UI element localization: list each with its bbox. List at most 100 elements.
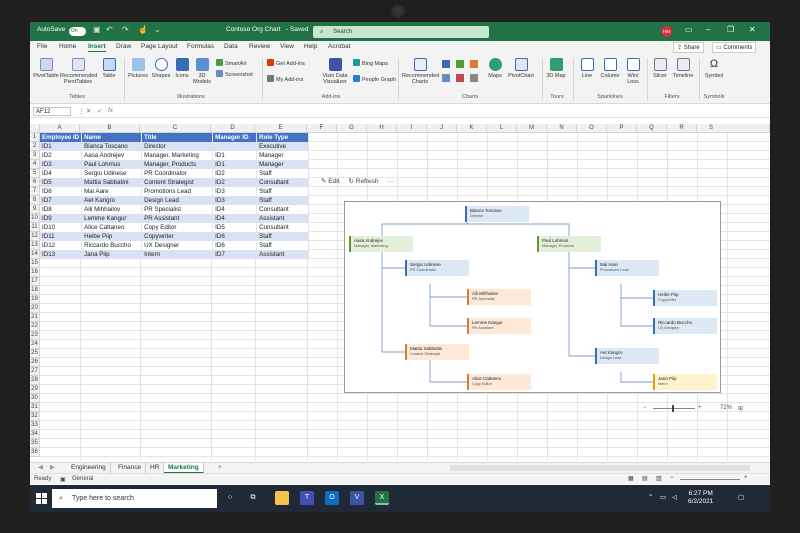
edit-button[interactable]: ✎ Edit [321,178,339,185]
row-header[interactable]: 30 [30,394,40,403]
row-header[interactable]: 17 [30,277,40,286]
row-header[interactable]: 35 [30,439,40,448]
row-header[interactable]: 6 [30,178,40,187]
table-header-cell[interactable]: Name [81,133,143,142]
table-cell[interactable]: ID3 [212,196,258,205]
formula-input[interactable] [120,107,765,116]
table-cell[interactable]: Heibe Piip [81,232,143,241]
zoom-in-icon[interactable]: + [698,405,702,411]
table-cell[interactable]: PR Specialist [141,205,214,214]
table-header-cell[interactable]: Role Type [256,133,310,142]
row-header[interactable]: 22 [30,322,40,331]
select-all-corner[interactable] [30,124,40,133]
row-header[interactable]: 7 [30,187,40,196]
3d-models-button[interactable]: 3D Models [192,58,212,85]
status-zoom-in-icon[interactable]: + [744,475,748,481]
sheet-tab-marketing[interactable]: Marketing [164,463,204,473]
column-header[interactable]: G [337,124,367,133]
cortana-icon[interactable]: ○ [223,491,237,505]
row-header[interactable]: 10 [30,214,40,223]
status-zoom-out-icon[interactable]: − [670,475,674,481]
table-cell[interactable]: Staff [256,187,310,196]
table-cell[interactable]: ID6 [212,241,258,250]
org-node[interactable]: Jana Piip Intern [653,374,717,390]
windows-start-icon[interactable] [36,493,47,504]
minimize-icon[interactable]: – [706,25,710,34]
row-header[interactable]: 24 [30,340,40,349]
table-cell[interactable]: ID2 [212,178,258,187]
column-header[interactable]: I [397,124,427,133]
table-cell[interactable]: Consultant [256,205,310,214]
tab-view[interactable]: View [280,43,294,50]
table-cell[interactable]: ID5 [40,178,83,187]
table-button[interactable]: Table [98,58,120,79]
normal-view-icon[interactable]: ▦ [628,475,634,482]
row-header[interactable]: 32 [30,412,40,421]
org-node[interactable]: Heibe Piip Copywriter [653,290,717,306]
fit-to-window-icon[interactable]: ⊞ [738,405,743,412]
add-sheet-button[interactable]: + [214,463,226,473]
table-cell[interactable]: Sergio Udinese [81,169,143,178]
sheet-tab-hr[interactable]: HR [146,463,165,473]
row-header[interactable]: 8 [30,196,40,205]
touch-mode-icon[interactable]: ☝ [138,25,148,34]
column-header[interactable]: F [307,124,337,133]
row-header[interactable]: 16 [30,268,40,277]
org-node[interactable]: Mai Aare Promotions Lead [595,260,659,276]
row-header[interactable]: 31 [30,403,40,412]
column-header[interactable]: D [211,124,255,133]
undo-icon[interactable]: ↶ [106,25,113,34]
column-chart-icon[interactable] [442,60,450,68]
table-cell[interactable]: Director [141,142,214,151]
table-cell[interactable]: ID4 [212,214,258,223]
column-header[interactable]: K [457,124,487,133]
recommended-charts-button[interactable]: Recommended Charts [402,58,439,85]
row-header[interactable]: 28 [30,376,40,385]
table-cell[interactable]: Manager, Marketing [141,151,214,160]
column-header[interactable]: P [607,124,637,133]
more-options-icon[interactable]: ··· [388,178,395,185]
org-node[interactable]: Aasa Andrejev Manager, Marketing [349,236,413,252]
line-chart-icon[interactable] [442,74,450,82]
table-cell[interactable] [212,142,258,151]
bing-maps-button[interactable]: Bing Maps [353,59,388,67]
org-node[interactable]: Paul Lohmus Manager, Products [537,236,601,252]
table-cell[interactable]: Riccardo Buccho [81,241,143,250]
org-node[interactable]: Alice Cattaneo Copy Editor [467,374,531,390]
row-header[interactable]: 18 [30,286,40,295]
table-cell[interactable]: Mattia Sabbatini [81,178,143,187]
table-cell[interactable]: Paul Lohmus [81,160,143,169]
row-header[interactable]: 34 [30,430,40,439]
taskbar-search[interactable]: ⌕ Type here to search [52,489,217,508]
table-cell[interactable]: PR Coordinator [141,169,214,178]
tab-help[interactable]: Help [304,43,317,50]
symbol-button[interactable]: Ω Symbol [703,58,725,79]
row-header[interactable]: 36 [30,448,40,457]
status-zoom-slider[interactable] [680,479,740,480]
tab-file[interactable]: File [37,43,47,50]
table-cell[interactable]: ID7 [40,196,83,205]
table-cell[interactable]: ID1 [212,151,258,160]
scatter-chart-icon[interactable] [470,74,478,82]
row-header[interactable]: 23 [30,331,40,340]
notifications-icon[interactable]: ▢ [738,494,744,502]
table-cell[interactable]: Staff [256,196,310,205]
pivotchart-button[interactable]: PivotChart [506,58,536,79]
tab-data[interactable]: Data [224,43,238,50]
sparkline-column-button[interactable]: Column [599,58,621,79]
sparkline-winloss-button[interactable]: Win/ Loss [623,58,643,85]
org-node[interactable]: Sergio Udinese PR Coordinator [405,260,469,276]
network-icon[interactable]: ▭ [660,494,666,502]
org-chart-diagram[interactable]: Bianca Toscano Director Aasa Andrejev Mana… [344,201,721,393]
column-header[interactable]: R [667,124,697,133]
volume-icon[interactable]: ◁ [672,494,677,502]
outlook-icon[interactable]: O [325,491,339,505]
timeline-button[interactable]: Timeline [671,58,695,79]
pictures-button[interactable]: Pictures [126,58,150,79]
table-cell[interactable]: Aasa Andrejev [81,151,143,160]
column-header[interactable]: A [40,124,80,133]
table-header-cell[interactable]: Title [141,133,214,142]
column-header[interactable]: C [140,124,211,133]
people-graph-button[interactable]: People Graph [353,75,396,83]
tab-formulas[interactable]: Formulas [187,43,214,50]
